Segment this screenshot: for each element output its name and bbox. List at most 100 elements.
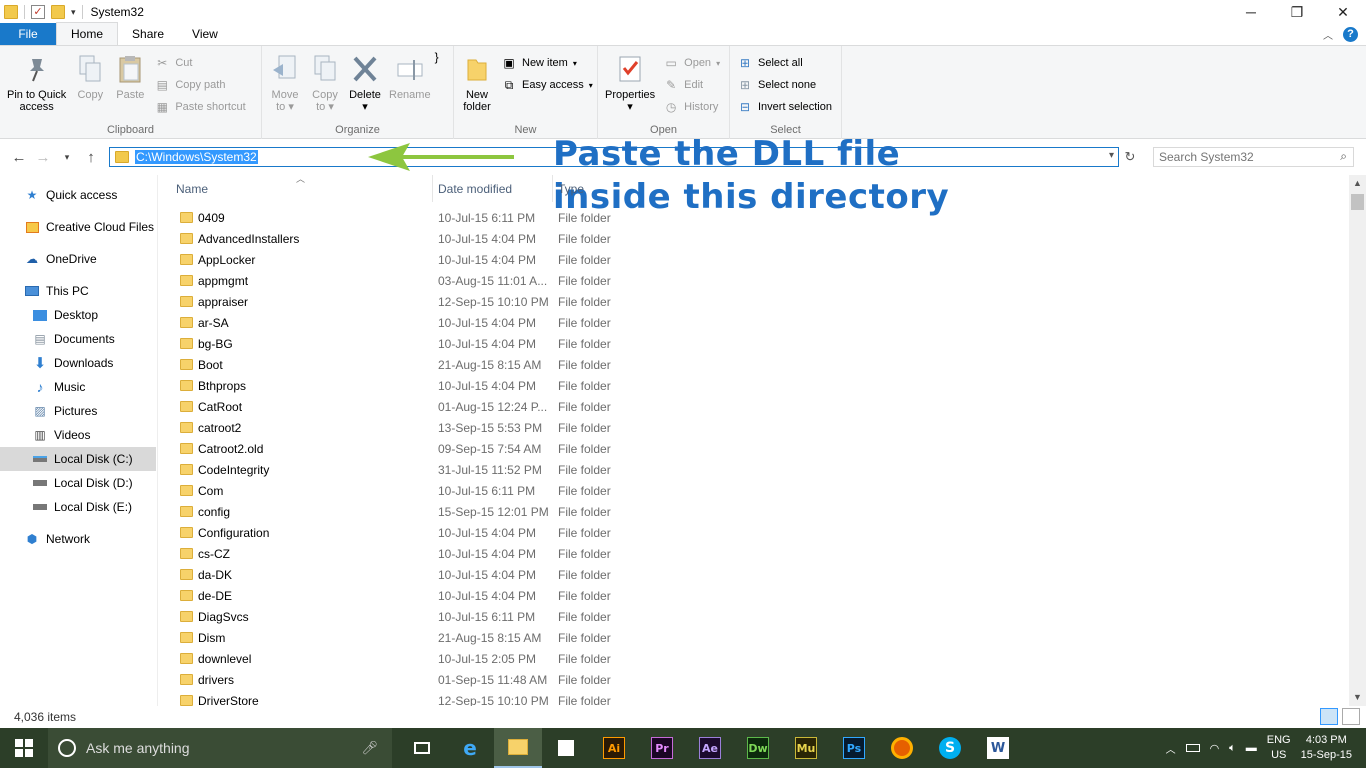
- file-row[interactable]: ar-SA 10-Jul-15 4:04 PM File folder: [158, 312, 1348, 333]
- file-row[interactable]: appraiser 12-Sep-15 10:10 PM File folder: [158, 291, 1348, 312]
- language-indicator[interactable]: ENG US: [1267, 733, 1291, 763]
- recent-locations-icon[interactable]: ▾: [56, 152, 78, 163]
- nav-onedrive[interactable]: ☁ OneDrive: [24, 247, 97, 271]
- premiere-button[interactable]: Pr: [638, 728, 686, 768]
- maximize-button[interactable]: ❐: [1274, 0, 1320, 24]
- column-divider[interactable]: [552, 175, 553, 202]
- file-row[interactable]: CatRoot 01-Aug-15 12:24 P... File folder: [158, 396, 1348, 417]
- select-all-button[interactable]: ⊞ Select all: [737, 54, 832, 72]
- customize-toolbar-icon[interactable]: ▾: [71, 7, 76, 18]
- file-row[interactable]: CodeIntegrity 31-Jul-15 11:52 PM File fold…: [158, 459, 1348, 480]
- collapse-ribbon-icon[interactable]: ︿: [1323, 27, 1333, 42]
- nav-local-disk-d[interactable]: Local Disk (D:): [32, 471, 133, 495]
- nav-downloads[interactable]: ⬇ Downloads: [32, 351, 114, 375]
- up-arrow-icon[interactable]: ↑: [80, 149, 102, 166]
- properties-icon[interactable]: ✓: [31, 5, 45, 19]
- illustrator-button[interactable]: Ai: [590, 728, 638, 768]
- copy-path-button[interactable]: ▤ Copy path: [154, 76, 245, 94]
- word-button[interactable]: W: [974, 728, 1022, 768]
- nav-videos[interactable]: ▥ Videos: [32, 423, 90, 447]
- file-row[interactable]: appmgmt 03-Aug-15 11:01 A... File folder: [158, 270, 1348, 291]
- skype-button[interactable]: S: [926, 728, 974, 768]
- edit-button[interactable]: ✎ Edit: [663, 76, 720, 94]
- nav-creative-cloud[interactable]: Creative Cloud Files: [24, 215, 154, 239]
- select-none-button[interactable]: ⊞ Select none: [737, 76, 832, 94]
- after-effects-button[interactable]: Ae: [686, 728, 734, 768]
- chevron-down-icon[interactable]: ▾: [1109, 150, 1114, 161]
- nav-quick-access[interactable]: ★ Quick access: [24, 183, 118, 207]
- nav-music[interactable]: ♪ Music: [32, 375, 86, 399]
- nav-local-disk-c[interactable]: Local Disk (C:): [0, 447, 156, 471]
- minimize-button[interactable]: ─: [1228, 0, 1274, 24]
- address-path[interactable]: C:\Windows\System32: [135, 150, 258, 164]
- column-header-type[interactable]: Type: [558, 175, 658, 202]
- file-explorer-button[interactable]: [494, 728, 542, 768]
- scrollbar-thumb[interactable]: [1351, 194, 1364, 210]
- file-row[interactable]: da-DK 10-Jul-15 4:04 PM File folder: [158, 564, 1348, 585]
- file-row[interactable]: AdvancedInstallers 10-Jul-15 4:04 PM File …: [158, 228, 1348, 249]
- file-row[interactable]: Bthprops 10-Jul-15 4:04 PM File folder: [158, 375, 1348, 396]
- easy-access-button[interactable]: ⧉ Easy access ▾: [501, 76, 593, 94]
- file-row[interactable]: Dism 21-Aug-15 8:15 AM File folder: [158, 627, 1348, 648]
- store-button[interactable]: [542, 728, 590, 768]
- clock[interactable]: 4:03 PM 15-Sep-15: [1301, 733, 1352, 763]
- edge-button[interactable]: e: [446, 728, 494, 768]
- column-divider[interactable]: [432, 175, 433, 202]
- forward-arrow-icon[interactable]: →: [32, 149, 54, 166]
- dreamweaver-button[interactable]: Dw: [734, 728, 782, 768]
- refresh-icon[interactable]: ↻: [1122, 149, 1138, 165]
- new-folder-icon[interactable]: [51, 5, 65, 19]
- nav-network[interactable]: ⬢ Network: [24, 527, 90, 551]
- battery-icon[interactable]: [1185, 744, 1200, 752]
- file-row[interactable]: Com 10-Jul-15 6:11 PM File folder: [158, 480, 1348, 501]
- cut-button[interactable]: ✂ Cut: [154, 54, 245, 72]
- volume-icon[interactable]: 🔈︎: [1229, 742, 1236, 755]
- file-row[interactable]: 0409 10-Jul-15 6:11 PM File folder: [158, 207, 1348, 228]
- nav-documents[interactable]: ▤ Documents: [32, 327, 114, 351]
- task-view-button[interactable]: [398, 728, 446, 768]
- file-row[interactable]: catroot2 13-Sep-15 5:53 PM File folder: [158, 417, 1348, 438]
- muse-button[interactable]: Mu: [782, 728, 830, 768]
- scroll-down-icon[interactable]: ▼: [1349, 689, 1366, 706]
- file-row[interactable]: cs-CZ 10-Jul-15 4:04 PM File folder: [158, 543, 1348, 564]
- file-row[interactable]: de-DE 10-Jul-15 4:04 PM File folder: [158, 585, 1348, 606]
- history-button[interactable]: ◷ History: [663, 98, 720, 116]
- tab-home[interactable]: Home: [56, 22, 119, 45]
- notification-icon[interactable]: ▬: [1246, 742, 1257, 754]
- file-row[interactable]: Boot 21-Aug-15 8:15 AM File folder: [158, 354, 1348, 375]
- firefox-button[interactable]: [878, 728, 926, 768]
- invert-selection-button[interactable]: ⊟ Invert selection: [737, 98, 832, 116]
- file-row[interactable]: AppLocker 10-Jul-15 4:04 PM File folder: [158, 249, 1348, 270]
- nav-this-pc[interactable]: This PC: [24, 279, 89, 303]
- tab-share[interactable]: Share: [118, 23, 178, 45]
- help-icon[interactable]: ?: [1343, 27, 1358, 42]
- nav-local-disk-e[interactable]: Local Disk (E:): [32, 495, 132, 519]
- file-row[interactable]: Catroot2.old 09-Sep-15 7:54 AM File folder: [158, 438, 1348, 459]
- tab-file[interactable]: File: [0, 23, 56, 45]
- file-row[interactable]: downlevel 10-Jul-15 2:05 PM File folder: [158, 648, 1348, 669]
- column-header-date[interactable]: Date modified: [438, 175, 552, 202]
- open-button[interactable]: ▭ Open ▾: [663, 54, 720, 72]
- show-hidden-icons-icon[interactable]: ︿: [1166, 741, 1176, 756]
- column-header-name[interactable]: Name ︿: [176, 175, 426, 202]
- search-box[interactable]: ⌕: [1153, 147, 1354, 167]
- file-row[interactable]: bg-BG 10-Jul-15 4:04 PM File folder: [158, 333, 1348, 354]
- paste-shortcut-button[interactable]: ▦ Paste shortcut: [154, 98, 246, 116]
- back-arrow-icon[interactable]: ←: [8, 149, 30, 166]
- large-icons-view-button[interactable]: [1342, 708, 1360, 725]
- file-row[interactable]: drivers 01-Sep-15 11:48 AM File folder: [158, 669, 1348, 690]
- close-button[interactable]: ✕: [1320, 0, 1366, 24]
- cortana-search[interactable]: Ask me anything 🎤︎: [48, 728, 392, 768]
- scroll-up-icon[interactable]: ▲: [1349, 175, 1366, 192]
- file-row[interactable]: Configuration 10-Jul-15 4:04 PM File folde…: [158, 522, 1348, 543]
- vertical-scrollbar[interactable]: ▲ ▼: [1349, 175, 1366, 706]
- details-view-button[interactable]: [1320, 708, 1338, 725]
- microphone-icon[interactable]: 🎤︎: [361, 740, 378, 756]
- nav-desktop[interactable]: Desktop: [32, 303, 98, 327]
- wifi-icon[interactable]: ◠: [1210, 742, 1220, 755]
- photoshop-button[interactable]: Ps: [830, 728, 878, 768]
- nav-pictures[interactable]: ▨ Pictures: [32, 399, 97, 423]
- tab-view[interactable]: View: [178, 23, 232, 45]
- file-row[interactable]: DriverStore 12-Sep-15 10:10 PM File folder: [158, 690, 1348, 706]
- search-input[interactable]: [1154, 150, 1324, 164]
